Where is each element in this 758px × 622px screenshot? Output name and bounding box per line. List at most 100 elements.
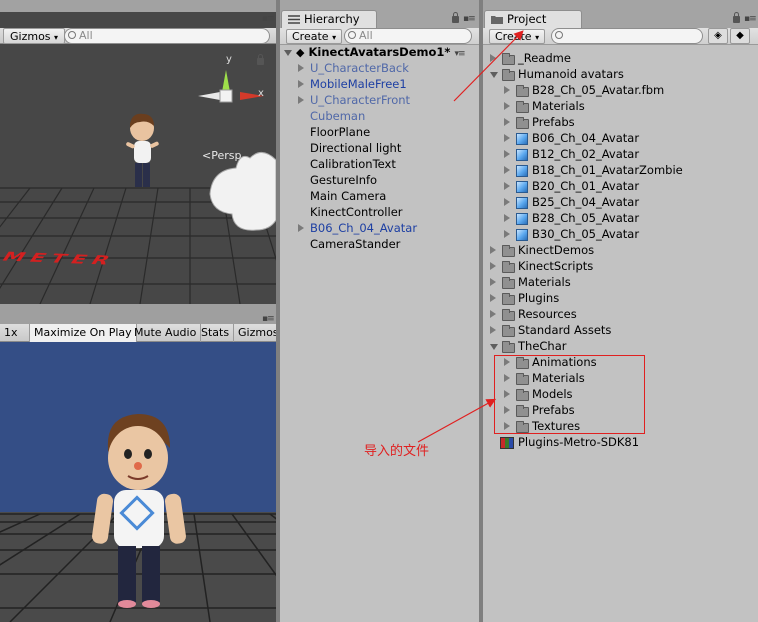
expand-arrow-icon[interactable] — [298, 64, 304, 72]
expand-arrow-icon[interactable] — [504, 198, 510, 206]
expand-arrow-icon[interactable] — [298, 80, 304, 88]
project-tree-item[interactable]: Plugins — [488, 290, 758, 306]
hierarchy-item[interactable]: MobileMaleFree1 — [298, 76, 407, 92]
expand-arrow-icon[interactable] — [504, 150, 510, 158]
hierarchy-item[interactable]: Directional light — [310, 140, 401, 156]
expand-arrow-icon[interactable] — [490, 54, 496, 62]
project-tree-item[interactable]: B12_Ch_02_Avatar — [502, 146, 758, 162]
filter-by-label-button[interactable]: ◆ — [730, 28, 750, 44]
hierarchy-item-label: U_CharacterFront — [310, 93, 411, 107]
hierarchy-search-input[interactable]: All — [344, 28, 472, 44]
project-tree-item[interactable]: B30_Ch_05_Avatar — [502, 226, 758, 242]
game-scale-button[interactable]: 1x — [0, 324, 30, 342]
tab-hierarchy[interactable]: Hierarchy — [281, 10, 377, 29]
expand-arrow-icon[interactable] — [504, 182, 510, 190]
collapse-arrow-icon[interactable] — [490, 344, 498, 350]
hierarchy-item[interactable]: FloorPlane — [310, 124, 370, 140]
filter-by-type-button[interactable]: ◈ — [708, 28, 728, 44]
expand-arrow-icon[interactable] — [490, 326, 496, 334]
cloud-shape — [209, 152, 276, 231]
project-tree-item[interactable]: Resources — [488, 306, 758, 322]
scene-orientation-gizmo[interactable] — [194, 62, 266, 126]
project-tree-item[interactable]: B20_Ch_01_Avatar — [502, 178, 758, 194]
avatar-character[interactable] — [118, 108, 166, 204]
hierarchy-item-label: U_CharacterBack — [310, 61, 409, 75]
folder-icon — [502, 293, 515, 305]
scene-name: KinectAvatarsDemo1* — [308, 45, 451, 59]
model-icon — [516, 133, 528, 145]
project-tree-item[interactable]: Prefabs — [502, 114, 758, 130]
hierarchy-item[interactable]: CameraStander — [310, 236, 400, 252]
hierarchy-item[interactable]: U_CharacterFront — [298, 92, 410, 108]
hierarchy-item[interactable]: Main Camera — [310, 188, 386, 204]
project-tree-item[interactable]: B28_Ch_05_Avatar.fbm — [502, 82, 758, 98]
scene-menu-icon[interactable]: ▪≡ — [262, 14, 275, 24]
panel-divider[interactable] — [0, 304, 276, 324]
project-tree-item[interactable]: TheChar — [488, 338, 758, 354]
scene-lock-icon[interactable] — [257, 54, 264, 65]
project-tree-item[interactable]: KinectScripts — [488, 258, 758, 274]
stats-toggle[interactable]: Stats — [197, 324, 235, 342]
project-search-input[interactable] — [551, 28, 703, 44]
project-tree-item[interactable]: Plugins-Metro-SDK81 — [488, 434, 758, 450]
scene-row-menu-icon[interactable]: ▾≡ — [454, 49, 465, 59]
expand-arrow-icon[interactable] — [504, 118, 510, 126]
collapse-arrow-icon[interactable] — [490, 72, 498, 78]
expand-arrow-icon[interactable] — [298, 96, 304, 104]
tab-project[interactable]: Project — [484, 10, 582, 29]
project-tree-item[interactable]: KinectDemos — [488, 242, 758, 258]
maximize-on-play-toggle[interactable]: Maximize On Play — [30, 324, 137, 342]
project-tree-item[interactable]: Humanoid avatars — [488, 66, 758, 82]
expand-arrow-icon[interactable] — [504, 166, 510, 174]
folder-icon — [502, 341, 515, 353]
expand-arrow-icon[interactable] — [504, 230, 510, 238]
scene-search-input[interactable]: All — [64, 28, 270, 44]
project-menu-icon[interactable]: ▪≡ — [744, 14, 757, 24]
project-tree-item[interactable]: Materials — [488, 274, 758, 290]
expand-arrow-icon[interactable] — [490, 310, 496, 318]
expand-arrow-icon[interactable] — [490, 278, 496, 286]
project-tree-item[interactable]: B18_Ch_01_AvatarZombie — [502, 162, 758, 178]
hierarchy-item-label: B06_Ch_04_Avatar — [310, 221, 418, 235]
expand-arrow-icon[interactable] — [490, 294, 496, 302]
hierarchy-item[interactable]: U_CharacterBack — [298, 60, 409, 76]
expand-arrow-icon[interactable] — [490, 246, 496, 254]
hierarchy-lock-icon[interactable] — [452, 12, 459, 23]
folder-icon — [516, 117, 529, 129]
scene-root-row[interactable]: ◆ KinectAvatarsDemo1* ▾≡ — [284, 44, 479, 60]
project-tree-item[interactable]: _Readme — [488, 50, 758, 66]
project-item-label: B25_Ch_04_Avatar — [532, 195, 640, 209]
expand-arrow-icon[interactable] — [504, 86, 510, 94]
hierarchy-create-dropdown[interactable]: Create ▾ — [286, 29, 343, 44]
hierarchy-item[interactable]: GestureInfo — [310, 172, 377, 188]
project-tree-item[interactable]: B25_Ch_04_Avatar — [502, 194, 758, 210]
hierarchy-menu-icon[interactable]: ▪≡ — [463, 14, 476, 24]
hierarchy-item[interactable]: CalibrationText — [310, 156, 396, 172]
scene-view[interactable]: y x <Persp METER — [0, 12, 276, 304]
hierarchy-item[interactable]: B06_Ch_04_Avatar — [298, 220, 417, 236]
project-lock-icon[interactable] — [733, 12, 740, 23]
expand-arrow-icon[interactable] — [504, 102, 510, 110]
gizmos-dropdown[interactable]: Gizmos ▾ — [3, 28, 66, 44]
game-avatar-character[interactable] — [90, 408, 190, 608]
expand-arrow-icon[interactable] — [490, 262, 496, 270]
expand-arrow-icon[interactable] — [504, 134, 510, 142]
hierarchy-item-label: Directional light — [310, 141, 402, 155]
expand-arrow-icon[interactable] — [298, 224, 304, 232]
project-item-label: Plugins — [518, 291, 560, 305]
expand-arrow-icon[interactable] — [504, 214, 510, 222]
game-menu-icon[interactable]: ▪≡ — [262, 314, 275, 324]
project-tree-item[interactable]: B28_Ch_05_Avatar — [502, 210, 758, 226]
game-view[interactable] — [0, 342, 276, 622]
project-tree-item[interactable]: B06_Ch_04_Avatar — [502, 130, 758, 146]
project-tree-item[interactable]: Materials — [502, 98, 758, 114]
search-icon — [68, 31, 76, 39]
mute-audio-toggle[interactable]: Mute Audio — [130, 324, 202, 342]
project-create-dropdown[interactable]: Create ▾ — [489, 29, 546, 44]
project-tree-item[interactable]: Standard Assets — [488, 322, 758, 338]
tab-project-label: Project — [507, 12, 547, 26]
hierarchy-item[interactable]: KinectController — [310, 204, 403, 220]
tab-hierarchy-label: Hierarchy — [304, 12, 360, 26]
hierarchy-item[interactable]: Cubeman — [310, 108, 365, 124]
hierarchy-item-label: KinectController — [310, 205, 403, 219]
